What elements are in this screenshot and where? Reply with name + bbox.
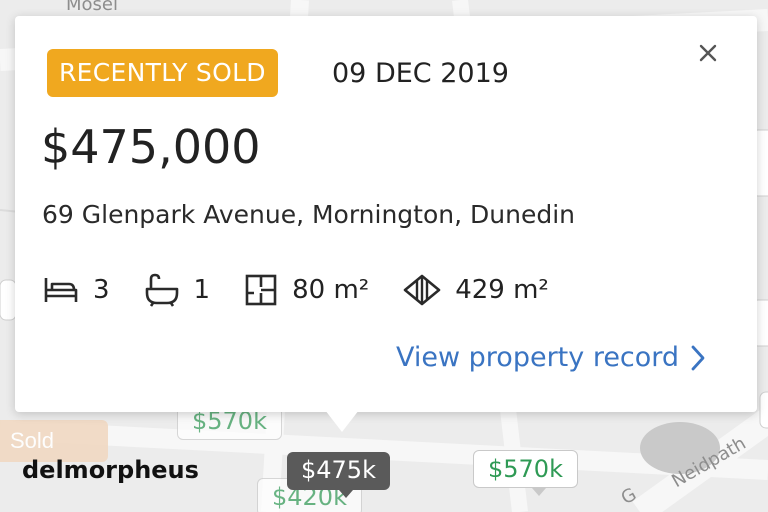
floor-area-icon [245,274,277,306]
bathrooms-feature: 1 [144,273,211,307]
land-area-value: 429 m² [455,275,549,305]
bedrooms-feature: 3 [43,274,110,306]
selected-price-marker[interactable]: $475k [287,452,390,490]
bedrooms-count: 3 [93,275,110,305]
chevron-right-icon [691,345,705,370]
close-icon [699,44,717,62]
view-property-record-label: View property record [396,342,680,373]
marker-pointer [532,488,546,496]
sale-price: $475,000 [41,120,261,174]
close-button[interactable] [693,38,723,68]
land-area-feature: 429 m² [403,273,549,307]
price-marker[interactable]: $570k [473,450,578,488]
bath-icon [145,273,178,307]
street-label: Mosel [66,0,118,15]
property-features: 3 1 80 m² 429 m² [43,271,583,309]
bed-icon [44,278,78,302]
view-property-record-link[interactable]: View property record [396,342,705,373]
floor-area-value: 80 m² [292,275,370,305]
status-badge: RECENTLY SOLD [47,49,278,97]
popup-pointer [325,410,359,432]
selected-marker-pointer [339,490,353,498]
sold-date: 09 DEC 2019 [332,58,509,89]
watermark: delmorpheus [22,456,199,484]
bathrooms-count: 1 [193,275,211,305]
floor-area-feature: 80 m² [244,273,369,307]
land-area-icon [403,274,441,306]
property-popup: RECENTLY SOLD 09 DEC 2019 $475,000 69 Gl… [15,16,757,412]
property-address: 69 Glenpark Avenue, Mornington, Dunedin [42,200,575,229]
